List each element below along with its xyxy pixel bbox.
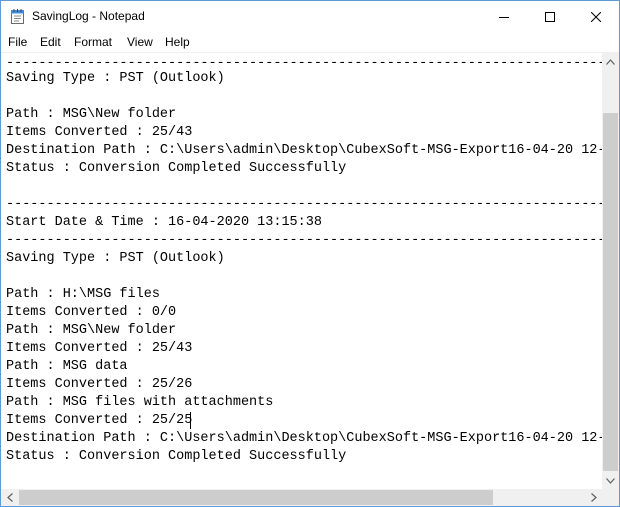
scrollbar-corner xyxy=(602,489,619,506)
editor-line: ----------------------------------------… xyxy=(6,197,602,212)
close-icon xyxy=(591,11,601,22)
editor-line: Items Converted : 25/25 xyxy=(6,413,193,428)
menu-help[interactable]: Help xyxy=(165,34,190,50)
editor-line: Path : MSG\New folder xyxy=(6,323,177,338)
editor-line: Path : H:\MSG files xyxy=(6,287,160,302)
editor-line: Saving Type : PST (Outlook) xyxy=(6,251,225,266)
editor-line: Items Converted : 25/26 xyxy=(6,377,193,392)
editor-line: ----------------------------------------… xyxy=(6,233,602,248)
editor-line: Saving Type : PST (Outlook) xyxy=(6,71,225,86)
scroll-up-button[interactable] xyxy=(602,53,619,70)
editor-line: Items Converted : 25/43 xyxy=(6,341,193,356)
editor-line: Items Converted : 25/43 xyxy=(6,125,193,140)
chevron-up-icon xyxy=(606,58,615,65)
horizontal-scrollbar[interactable] xyxy=(1,489,602,506)
notepad-icon xyxy=(11,9,24,24)
maximize-icon xyxy=(545,11,555,22)
editor-line: Path : MSG data xyxy=(6,359,128,374)
chevron-down-icon xyxy=(606,477,615,484)
editor-line: Path : MSG\New folder xyxy=(6,107,177,122)
vertical-scrollbar[interactable] xyxy=(602,53,619,489)
editor-line: Status : Conversion Completed Successful… xyxy=(6,449,347,464)
menu-file[interactable]: File xyxy=(8,34,27,50)
vertical-scroll-thumb[interactable] xyxy=(603,113,618,471)
editor-line: Path : MSG files with attachments xyxy=(6,395,274,410)
editor-line: Status : Conversion Completed Successful… xyxy=(6,161,347,176)
close-button[interactable] xyxy=(573,1,619,32)
menu-edit[interactable]: Edit xyxy=(40,34,61,50)
maximize-button[interactable] xyxy=(527,1,573,32)
scroll-right-button[interactable] xyxy=(585,489,602,506)
menu-bar: File Edit Format View Help xyxy=(1,32,619,52)
menu-view[interactable]: View xyxy=(127,34,153,50)
editor-line: Destination Path : C:\Users\admin\Deskto… xyxy=(6,431,602,446)
chevron-left-icon xyxy=(6,493,13,502)
horizontal-scroll-thumb[interactable] xyxy=(19,490,493,505)
notepad-window: SavingLog - Notepad File Edit Format Vie… xyxy=(0,0,620,507)
window-title: SavingLog - Notepad xyxy=(32,9,145,23)
minimize-icon xyxy=(499,16,509,18)
menu-format[interactable]: Format xyxy=(74,34,112,50)
editor-line: Start Date & Time : 16-04-2020 13:15:38 xyxy=(6,215,322,230)
editor-line: Items Converted : 0/0 xyxy=(6,305,177,320)
scroll-down-button[interactable] xyxy=(602,472,619,489)
title-bar[interactable]: SavingLog - Notepad xyxy=(1,1,619,32)
scroll-left-button[interactable] xyxy=(1,489,18,506)
text-caret xyxy=(190,412,191,429)
chevron-right-icon xyxy=(590,493,597,502)
text-editor[interactable]: ----------------------------------------… xyxy=(1,53,602,489)
minimize-button[interactable] xyxy=(481,1,527,32)
editor-line: Destination Path : C:\Users\admin\Deskto… xyxy=(6,143,602,158)
